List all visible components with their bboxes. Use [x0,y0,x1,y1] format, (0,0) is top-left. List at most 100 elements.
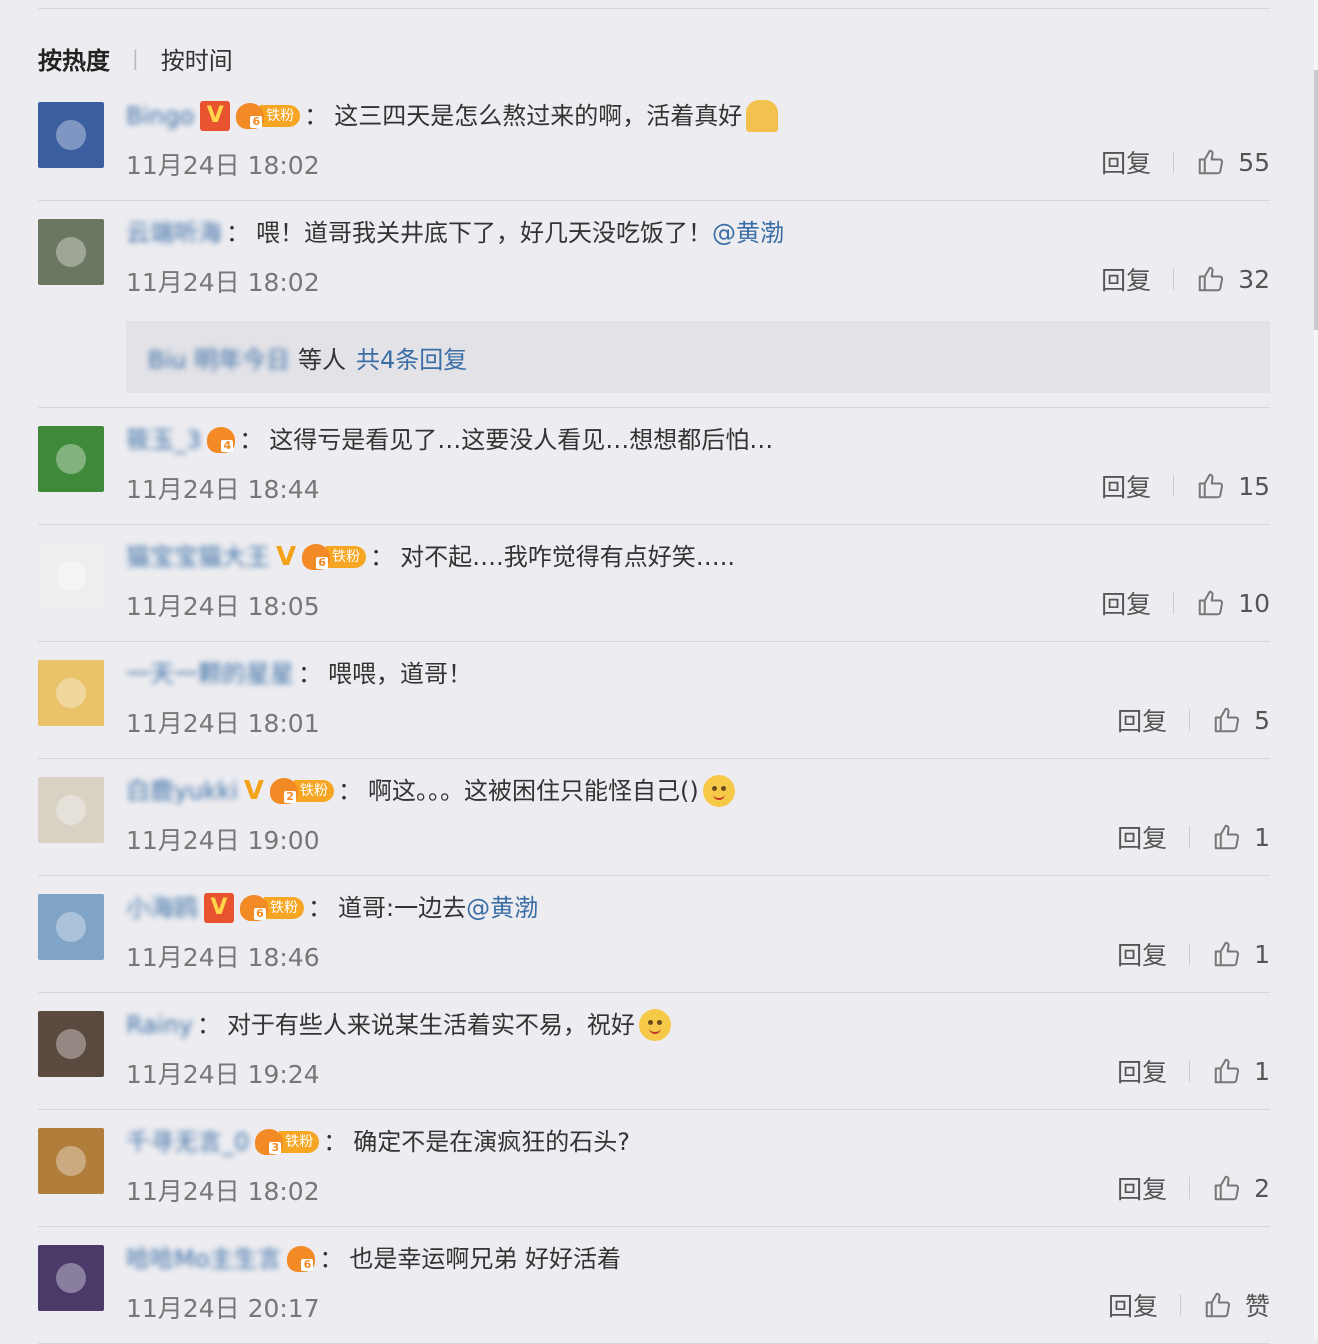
fan-badge[interactable]: 3 铁粉 [255,1129,320,1155]
verified-gold-v-icon: V [243,776,265,806]
username-link[interactable]: Rainy [126,1007,193,1043]
like-count: 10 [1238,588,1270,618]
mention-link[interactable]: @黄渤 [712,215,784,251]
colon: ： [319,1245,344,1273]
avatar[interactable] [38,894,104,960]
avatar[interactable] [38,219,104,285]
comment-actions: 回复 1 [1117,936,1270,972]
sub-reply-users[interactable]: Biu 明年今日 [148,340,290,375]
reply-button[interactable]: 回复 [1117,1170,1167,1206]
sort-bar: 按热度 | 按时间 [38,40,233,76]
comment-line: Bingo V 6 铁粉：这三四天是怎么熬过来的啊，活着真好 [126,98,779,134]
avatar[interactable] [38,777,104,843]
action-separator [1173,268,1175,290]
fan-level: 4 [221,440,234,452]
mention-link[interactable]: @黄渤 [466,890,538,926]
fan-badge[interactable]: 4 [207,427,236,453]
comment-actions: 回复 55 [1101,144,1270,180]
fan-level: 6 [254,908,266,920]
reply-button[interactable]: 回复 [1101,144,1151,180]
view-all-replies-link[interactable]: 共4条回复 [356,340,467,375]
comment-time: 11月24日 18:01 [126,709,320,738]
like-button[interactable]: 32 [1196,264,1270,294]
reply-button[interactable]: 回复 [1101,261,1151,297]
fan-label: 铁粉 [326,546,367,568]
like-count: 32 [1238,264,1270,294]
colon: ： [298,660,322,688]
fan-label: 铁粉 [260,105,301,127]
username-link[interactable]: 白鹿yukki [126,773,238,809]
avatar[interactable] [38,1011,104,1077]
comment-line: 云端听海：喂！道哥我关井底下了，好几天没吃饭了！ @黄渤 [126,215,784,251]
like-button[interactable]: 55 [1196,147,1270,177]
comment-actions: 回复 1 [1117,1053,1270,1089]
like-button[interactable]: 1 [1212,1056,1270,1086]
like-button[interactable]: 5 [1212,705,1270,735]
username-link[interactable]: 小海鸥 [126,890,198,926]
action-separator [1173,475,1175,497]
comment-actions: 回复 32 [1101,261,1270,297]
like-button[interactable]: 15 [1196,471,1270,501]
fan-badge[interactable]: 6 铁粉 [302,544,367,570]
username-link[interactable]: 云端听海 [126,215,222,251]
fan-label: 铁粉 [279,1131,320,1153]
reply-button[interactable]: 回复 [1117,936,1167,972]
sort-by-hot-tab[interactable]: 按热度 [38,41,110,76]
fan-level: 6 [316,557,329,569]
action-separator [1173,592,1175,614]
avatar[interactable] [38,543,104,609]
username-link[interactable]: 一天一颗的星星 [126,656,294,692]
username-link[interactable]: 筱玉_3 [126,422,201,458]
fan-badge[interactable]: 2 铁粉 [270,778,335,804]
reply-button[interactable]: 回复 [1101,468,1151,504]
crown-icon: 6 [302,544,331,570]
sub-replies-box: Biu 明年今日 等人 共4条回复 [126,321,1270,393]
comment-time: 11月24日 18:02 [126,151,320,180]
comment-text: 对于有些人来说某生活着实不易，祝好 [226,1011,635,1039]
scrollbar-thumb[interactable] [1314,70,1318,330]
like-button[interactable]: 1 [1212,822,1270,852]
avatar[interactable] [38,102,104,168]
crown-icon: 6 [236,103,265,129]
smile-icon [638,1009,671,1041]
username-link[interactable]: Bingo [126,98,194,134]
thumbs-up-icon [1212,705,1242,735]
fan-level: 2 [284,791,297,803]
comment-time: 11月24日 18:05 [126,592,320,621]
avatar[interactable] [38,660,104,726]
verified-red-v-icon: V [200,101,231,131]
username-link[interactable]: 哈哈Mo主生言 [126,1241,281,1277]
sort-by-time-tab[interactable]: 按时间 [161,41,233,76]
fan-badge[interactable]: 6 铁粉 [240,895,304,921]
like-button[interactable]: 10 [1196,588,1270,618]
avatar[interactable] [38,1128,104,1194]
thumbs-up-icon [1196,588,1226,618]
reply-button[interactable]: 回复 [1117,702,1167,738]
username-link[interactable]: 千寻无言_0 [126,1124,249,1160]
thumbs-up-icon [1196,264,1226,294]
reply-button[interactable]: 回复 [1108,1287,1158,1323]
reply-button[interactable]: 回复 [1101,585,1151,621]
crown-icon: 6 [240,895,268,921]
like-count: 15 [1238,471,1270,501]
fan-badge[interactable]: 6 铁粉 [236,103,301,129]
comment-time: 11月24日 19:00 [126,826,320,855]
reply-button[interactable]: 回复 [1117,1053,1167,1089]
comment-time: 11月24日 20:17 [126,1294,320,1323]
avatar[interactable] [38,426,104,492]
comment-item: 猫宝宝猫大王 V 6 铁粉：对不起….我咋觉得有点好笑….. 11月24日 18:05 回… [38,525,1270,642]
fan-level: 6 [250,116,263,128]
username-link[interactable]: 猫宝宝猫大王 [126,539,270,575]
like-button[interactable]: 1 [1212,939,1270,969]
avatar[interactable] [38,1245,104,1311]
comment-actions: 回复 10 [1101,585,1270,621]
reply-button[interactable]: 回复 [1117,819,1167,855]
fan-badge[interactable]: 6 [287,1246,316,1272]
colon: ： [304,102,329,130]
like-button[interactable]: 赞 [1203,1287,1270,1323]
comment-item: 筱玉_3 4 ：这得亏是看见了…这要没人看见…想想都后怕… 11月24日 18:44 回… [38,408,1270,525]
comment-text: 喂！道哥我关井底下了，好几天没吃饭了！ [256,219,712,247]
colon: ： [239,426,264,454]
like-count: 2 [1254,1173,1270,1203]
like-button[interactable]: 2 [1212,1173,1270,1203]
